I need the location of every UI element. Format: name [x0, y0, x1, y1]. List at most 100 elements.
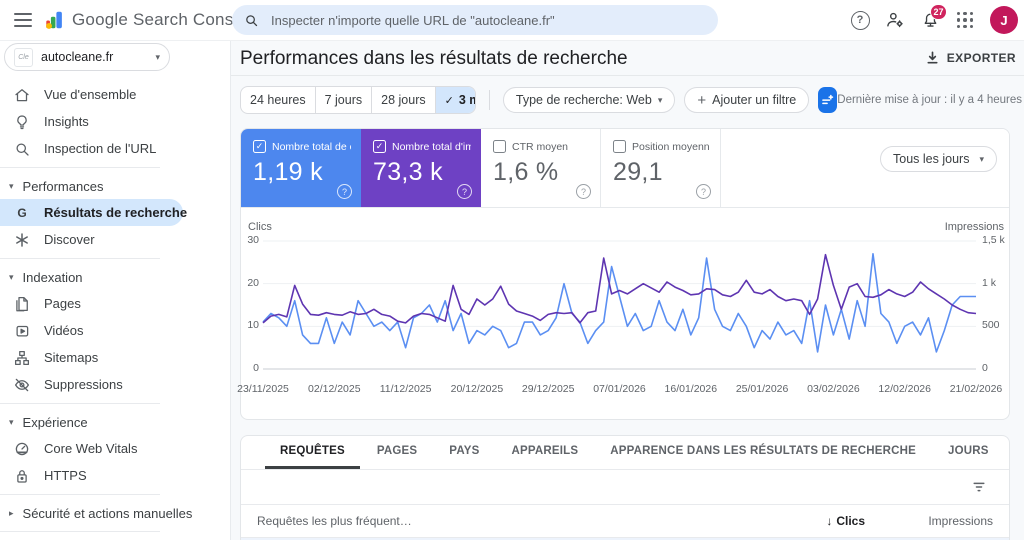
url-inspection-searchbar[interactable] [232, 5, 718, 35]
tab-countries[interactable]: PAYS [434, 436, 494, 469]
tab-queries[interactable]: REQUÊTES [265, 436, 360, 469]
sidebar-item-insights[interactable]: Insights [0, 108, 230, 135]
tab-devices[interactable]: APPAREILS [497, 436, 594, 469]
sidebar-section-performances[interactable]: ▾ Performances [0, 173, 230, 199]
dimension-tabs: REQUÊTES PAGES PAYS APPAREILS APPARENCE … [241, 436, 1009, 470]
sidebar-item-videos[interactable]: Vidéos [0, 317, 230, 344]
tab-label: PAGES [376, 445, 418, 457]
sidebar-item-removals[interactable]: Suppressions [0, 371, 230, 398]
google-apps-button[interactable] [955, 10, 975, 30]
sidebar-item-label: Pages [44, 296, 81, 311]
sidebar-item-url-inspection[interactable]: Inspection de l'URL [0, 135, 230, 162]
user-gear-icon [887, 12, 903, 28]
search-results-icon: G [13, 204, 31, 222]
notification-count-badge: 27 [930, 4, 947, 20]
metric-value: 29,1 [613, 158, 663, 186]
property-selector[interactable]: Cle autocleane.fr ▾ [4, 43, 170, 71]
granularity-selector[interactable]: Tous les jours ▾ [880, 146, 997, 172]
section-label: Performances [22, 178, 104, 194]
tab-search-appearance[interactable]: APPARENCE DANS LES RÉSULTATS DE RECHERCH… [595, 436, 931, 469]
sidebar-item-label: HTTPS [44, 468, 87, 483]
filter-presets-button[interactable] [818, 87, 838, 113]
user-settings-button[interactable] [885, 10, 905, 30]
search-icon [246, 14, 258, 26]
plus-icon: + [697, 91, 707, 109]
search-input[interactable] [269, 11, 706, 29]
divider [0, 403, 160, 404]
sidebar-section-security[interactable]: ▸ Sécurité et actions manuelles [0, 500, 230, 526]
chart-plot[interactable] [263, 241, 976, 369]
column-header-impressions[interactable]: Impressions [865, 514, 1009, 528]
add-filter-label: Ajouter un filtre [712, 93, 797, 107]
help-icon[interactable]: ? [576, 184, 591, 199]
table-header-row: Requêtes les plus fréquent… ↓ Clics Impr… [241, 505, 1009, 537]
sidebar-item-label: Insights [44, 114, 89, 129]
divider [0, 258, 160, 259]
chevron-down-icon: ▾ [9, 180, 14, 191]
sidebar-item-label: Sitemaps [44, 350, 99, 365]
filter-list-icon[interactable] [971, 479, 987, 495]
chart-plot-svg[interactable] [263, 241, 976, 369]
help-button[interactable]: ? [850, 10, 870, 30]
chevron-down-icon: ▾ [9, 416, 14, 427]
left-axis-tick: 30 [247, 234, 259, 246]
metric-average-ctr[interactable]: CTR moyen 1,6 % ? [481, 129, 601, 207]
metric-total-impressions[interactable]: ✓ Nombre total d'im… 73,3 k ? [361, 129, 481, 207]
left-axis-tick: 0 [253, 362, 259, 374]
sidebar-item-overview[interactable]: Vue d'ensemble [0, 81, 230, 108]
help-icon[interactable]: ? [457, 184, 472, 199]
apps-grid-icon [956, 11, 974, 29]
sidebar-item-pages[interactable]: Pages [0, 290, 230, 317]
help-icon[interactable]: ? [696, 184, 711, 199]
export-button[interactable]: EXPORTER [925, 50, 1016, 65]
sidebar-section-experience[interactable]: ▾ Expérience [0, 409, 230, 435]
help-icon[interactable]: ? [337, 184, 352, 199]
sidebar-item-https[interactable]: HTTPS [0, 462, 230, 489]
sidebar-item-search-results[interactable]: G Résultats de recherche [0, 199, 187, 226]
range-28d[interactable]: 28 jours [372, 87, 436, 113]
sidebar-item-label: Résultats de recherche [44, 205, 188, 220]
sort-desc-icon: ↓ [826, 514, 833, 528]
sidebar-item-label: Vidéos [44, 323, 84, 338]
sidebar-section-indexation[interactable]: ▾ Indexation [0, 264, 230, 290]
divider [0, 531, 160, 532]
app-header: Google Search Console ? [0, 0, 1024, 41]
table-toolbar [241, 470, 1009, 505]
range-24h[interactable]: 24 heures [241, 87, 316, 113]
sidebar-item-sitemaps[interactable]: Sitemaps [0, 344, 230, 371]
avatar[interactable]: J [990, 6, 1018, 34]
app-title: Google Search Console [72, 10, 257, 29]
metric-label: Position moyenne [632, 140, 710, 153]
tab-pages[interactable]: PAGES [362, 436, 432, 469]
checkbox-unchecked-icon[interactable] [493, 140, 506, 153]
chevron-right-icon: ▸ [9, 507, 14, 518]
add-filter-button[interactable]: + Ajouter un filtre [684, 87, 810, 113]
last-update-text: Dernière mise à jour : il y a 4 heures [837, 94, 1022, 106]
dimensions-table-card: REQUÊTES PAGES PAYS APPAREILS APPARENCE … [240, 435, 1010, 540]
chevron-down-icon: ▾ [9, 271, 14, 282]
menu-icon[interactable] [14, 13, 32, 27]
range-3m-selected[interactable]: ✓ 3 mois [435, 87, 476, 113]
sitemaps-icon [13, 349, 31, 367]
range-7d[interactable]: 7 jours [316, 87, 373, 113]
core-web-vitals-icon [13, 440, 31, 458]
videos-icon [13, 322, 31, 340]
sidebar-item-core-web-vitals[interactable]: Core Web Vitals [0, 435, 230, 462]
checkbox-checked-icon[interactable]: ✓ [253, 140, 266, 153]
metric-total-clicks[interactable]: ✓ Nombre total de c… 1,19 k ? [241, 129, 361, 207]
x-axis-tick: 21/02/2026 [949, 383, 1003, 395]
column-header-clicks-sorted[interactable]: ↓ Clics [755, 514, 865, 528]
notifications-button[interactable]: 27 [920, 4, 947, 30]
tune-filter-icon [822, 94, 834, 104]
metric-average-position[interactable]: Position moyenne 29,1 ? [601, 129, 721, 207]
chevron-down-icon: ▾ [657, 94, 663, 105]
search-type-filter[interactable]: Type de recherche: Web ▾ [502, 87, 676, 113]
tab-dates[interactable]: JOURS [933, 436, 1004, 469]
divider [0, 494, 160, 495]
insights-icon [13, 113, 31, 131]
column-header-queries: Requêtes les plus fréquent… [257, 514, 412, 528]
x-axis-labels: 23/11/2025 02/12/2025 11/12/2025 20/12/2025… [237, 383, 1002, 397]
sidebar-item-discover[interactable]: Discover [0, 226, 230, 253]
checkbox-unchecked-icon[interactable] [613, 140, 626, 153]
checkbox-checked-icon[interactable]: ✓ [373, 140, 386, 153]
